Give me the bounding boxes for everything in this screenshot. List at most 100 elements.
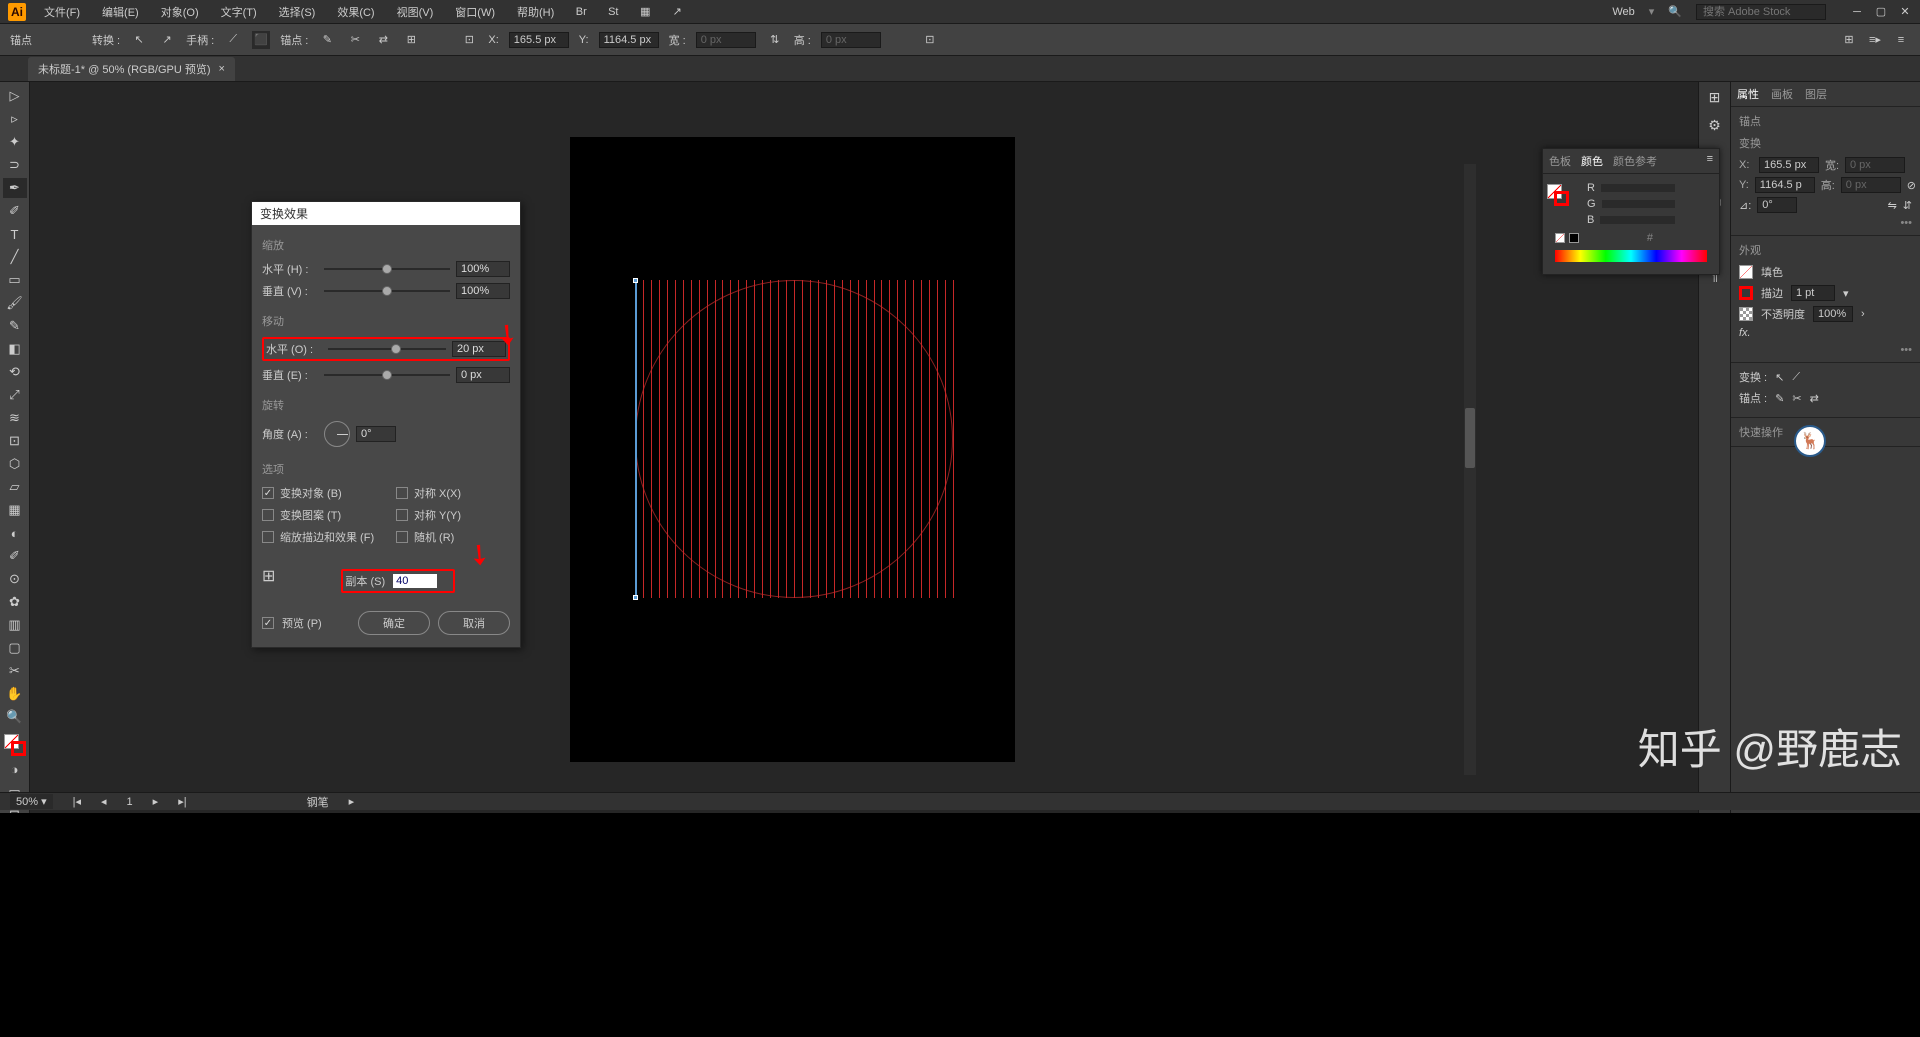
document-tab[interactable]: 未标题-1* @ 50% (RGB/GPU 预览) × [28,57,235,81]
reflect-y-checkbox[interactable] [396,509,408,521]
nav-next-icon[interactable]: ▸ [153,795,159,808]
b-slider[interactable] [1600,216,1675,224]
close-button[interactable]: ✕ [1898,5,1912,19]
stroke-dropdown-icon[interactable]: ▾ [1843,287,1849,300]
layers-tab[interactable]: 图层 [1805,86,1827,102]
libraries-icon[interactable]: ⊞ [1704,86,1726,108]
page-indicator[interactable]: 1 [127,796,133,808]
panel-menu-icon[interactable]: ≡ [1707,153,1713,169]
perspective-tool[interactable]: ▱ [3,477,27,497]
preview-checkbox[interactable] [262,617,274,629]
workspace-switcher[interactable]: Web [1612,6,1634,18]
reference-grid-icon[interactable]: ⊞ [262,566,275,586]
fx-label[interactable]: fx. [1739,327,1751,339]
opacity-arrow-icon[interactable]: › [1861,308,1865,320]
r-slider[interactable] [1601,184,1675,192]
scale-h-slider[interactable] [324,268,450,270]
prop-x-input[interactable] [1759,157,1819,173]
symbol-sprayer[interactable]: ✿ [3,592,27,612]
scale-stroke-checkbox[interactable] [262,531,274,543]
rectangle-tool[interactable]: ▭ [3,270,27,290]
nav-prev-icon[interactable]: ◂ [101,795,107,808]
artboard-tool[interactable]: ▢ [3,638,27,658]
magic-wand-tool[interactable]: ✦ [3,132,27,152]
width-tool[interactable]: ≋ [3,408,27,428]
menu-object[interactable]: 对象(O) [157,2,203,22]
transform-pattern-checkbox[interactable] [262,509,274,521]
move-h-slider[interactable] [328,348,446,350]
minimize-button[interactable]: ─ [1850,5,1864,19]
opacity-input[interactable] [1813,306,1853,322]
scale-h-input[interactable] [456,261,510,277]
opacity-swatch[interactable] [1739,307,1753,321]
menu-file[interactable]: 文件(F) [40,2,84,22]
g-slider[interactable] [1602,200,1675,208]
shaper-tool[interactable]: ✎ [3,316,27,336]
flip-v-icon[interactable]: ⇵ [1903,199,1912,212]
menu-effect[interactable]: 效果(C) [333,2,378,22]
pen-tool[interactable]: ✒ [3,178,27,198]
fill-stroke-swatch[interactable] [4,734,26,756]
prop-y-input[interactable] [1755,177,1815,193]
x-input[interactable] [509,32,569,48]
convert-anchor-icon[interactable]: ↖ [130,31,148,49]
swatches-tab[interactable]: 色板 [1549,153,1571,169]
convert-smooth-icon[interactable]: ↗ [158,31,176,49]
reflect-x-checkbox[interactable] [396,487,408,499]
transform-smooth-icon[interactable]: ⟋ [1792,371,1800,384]
selection-tool[interactable]: ▷ [3,86,27,106]
menu-type[interactable]: 文字(T) [217,2,261,22]
vertical-scrollbar[interactable] [1464,164,1476,775]
nav-first-icon[interactable]: |◂ [73,795,81,808]
tool-dropdown-icon[interactable]: ▸ [349,795,355,808]
color-themes-icon[interactable]: ⚙ [1704,114,1726,136]
color-tab[interactable]: 颜色 [1581,153,1603,169]
black-color-icon[interactable] [1569,233,1579,243]
menu-select[interactable]: 选择(S) [275,2,320,22]
color-fill-stroke[interactable] [1547,184,1569,206]
ref-point-icon[interactable]: ⊡ [460,31,478,49]
type-tool[interactable]: T [3,224,27,244]
selection-handle-top[interactable] [633,278,638,283]
stroke-weight-input[interactable] [1791,285,1835,301]
handle-icon-2[interactable]: ⬛ [252,31,270,49]
flip-h-icon[interactable]: ⇋ [1888,199,1897,212]
artboards-tab[interactable]: 画板 [1771,86,1793,102]
prop-h-input[interactable] [1841,177,1901,193]
color-spectrum[interactable] [1555,250,1707,262]
copies-input[interactable] [393,574,437,588]
graph-tool[interactable]: ▥ [3,615,27,635]
ok-button[interactable]: 确定 [358,611,430,635]
mesh-tool[interactable]: ▦ [3,500,27,520]
curvature-tool[interactable]: ✐ [3,201,27,221]
eraser-tool[interactable]: ◧ [3,339,27,359]
blend-tool[interactable]: ⊙ [3,569,27,589]
arrange-icon[interactable]: ▦ [636,3,654,21]
shape-builder-tool[interactable]: ⬡ [3,454,27,474]
scale-v-slider[interactable] [324,290,450,292]
stock-icon[interactable]: St [604,3,622,21]
maximize-button[interactable]: ▢ [1874,5,1888,19]
cut-path-icon[interactable]: ✂ [346,31,364,49]
constrain-icon[interactable]: ⊘ [1907,179,1916,192]
scroll-thumb[interactable] [1465,408,1475,468]
angle-dial[interactable] [324,421,350,447]
remove-anchor-icon[interactable]: ✎ [318,31,336,49]
free-transform-tool[interactable]: ⊡ [3,431,27,451]
link-wh-icon[interactable]: ⇅ [766,31,784,49]
handle-icon-1[interactable]: ⟋ [224,31,242,49]
none-color-icon[interactable] [1555,233,1565,243]
zoom-selector[interactable]: 50% ▾ [10,794,53,809]
fill-swatch-prop[interactable] [1739,265,1753,279]
h-input[interactable] [821,32,881,48]
properties-tab[interactable]: 属性 [1737,86,1759,102]
tab-close-icon[interactable]: × [219,63,225,75]
move-v-input[interactable] [456,367,510,383]
zoom-tool[interactable]: 🔍 [3,707,27,727]
stroke-swatch-prop[interactable] [1739,286,1753,300]
color-guide-tab[interactable]: 颜色参考 [1613,153,1657,169]
menu-view[interactable]: 视图(V) [393,2,438,22]
brush-tool[interactable]: 🖌 [3,293,27,313]
stroke-swatch[interactable] [11,741,26,756]
more-options-icon[interactable]: ••• [1739,217,1912,229]
